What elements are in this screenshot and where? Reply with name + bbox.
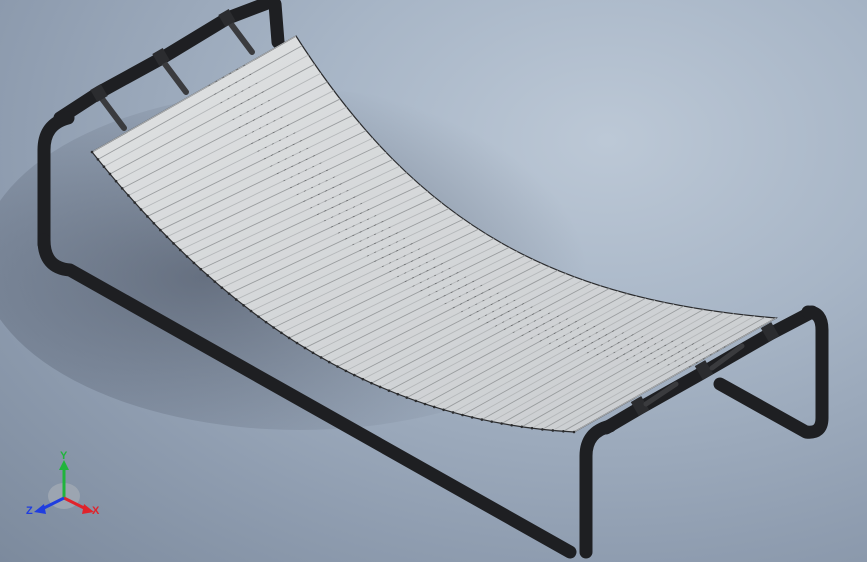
bed-edge-bead [451, 411, 455, 414]
bed-edge-bead [327, 360, 331, 364]
bed-edge-bead [220, 286, 224, 290]
bed-edge-bead [127, 194, 130, 197]
bed-edge-bead [344, 369, 348, 373]
bed-edge-bead [405, 396, 409, 399]
bed-edge-bead [541, 428, 544, 431]
bed-edge-bead [139, 208, 143, 211]
z-arrow-icon [34, 504, 46, 514]
bed-edge-bead [303, 346, 307, 350]
bed-edge-bead [249, 309, 253, 313]
bed-edge-bead [90, 150, 94, 154]
bed-edge-bead [159, 228, 162, 232]
bed-edge-bead [442, 408, 445, 412]
bed-edge-bead [490, 420, 494, 423]
bed-edge-bead [461, 413, 464, 417]
bed-edge-bead [423, 402, 427, 406]
bed-edge-bead [510, 423, 513, 427]
bed-edge-bead [353, 373, 356, 377]
bed-edge-bead [287, 336, 291, 340]
graphics-viewport[interactable]: Y X Z [0, 0, 867, 562]
bed-edge-bead [500, 422, 503, 425]
bed-edge-bead [192, 261, 196, 265]
bed-edge-bead [551, 429, 555, 432]
bed-edge-bead [311, 351, 315, 355]
bed-edge-bead [480, 418, 484, 421]
bed-edge-bead [319, 356, 323, 359]
bed-edge-bead [152, 221, 156, 225]
bed-edge-bead [146, 215, 149, 218]
bed-edge-bead [108, 172, 112, 176]
bed-edge-bead [165, 235, 169, 239]
bed-edge-bead [257, 315, 260, 318]
bed-edge-bead [378, 385, 382, 389]
bed-edge-bead [213, 280, 217, 283]
bed-edge-bead [562, 430, 565, 433]
view-orientation-triad[interactable]: Y X Z [24, 448, 108, 526]
bed-edge-bead [387, 389, 391, 392]
bed-edge-bead [572, 430, 576, 434]
bed-edge-bead [185, 255, 189, 258]
bed-edge-bead [234, 298, 238, 301]
bed-edge-bead [120, 187, 124, 190]
y-axis-label: Y [60, 450, 68, 462]
bed-edge-bead [295, 341, 299, 345]
bed-edge-bead [396, 392, 400, 396]
bed-edge-bead [280, 331, 283, 335]
bed-edge-bead [370, 381, 373, 385]
bed-edge-bead [336, 365, 339, 368]
bed-edge-bead [432, 405, 436, 409]
bed-edge-bead [96, 158, 100, 161]
x-axis-label: X [92, 505, 100, 517]
bed-edge-bead [361, 377, 365, 381]
bed-edge-bead [133, 201, 136, 204]
bed-edge-bead [172, 242, 175, 245]
bed-edge-bead [272, 326, 275, 329]
bed-edge-bead [242, 304, 245, 307]
bed-edge-bead [102, 165, 106, 169]
bed-edge-bead [227, 292, 231, 295]
z-axis-label: Z [26, 505, 33, 517]
bed-edge-bead [414, 399, 418, 403]
bed-edge-bead [178, 248, 182, 252]
bed-edge-bead [520, 425, 524, 429]
bed-edge-bead [206, 274, 210, 277]
bed-edge-bead [530, 426, 534, 430]
bed-edge-bead [470, 416, 474, 419]
bed-edge-bead [114, 179, 118, 183]
bed-edge-bead [264, 320, 268, 324]
hammock-model[interactable] [0, 0, 867, 562]
bed-edge-bead [199, 267, 203, 271]
